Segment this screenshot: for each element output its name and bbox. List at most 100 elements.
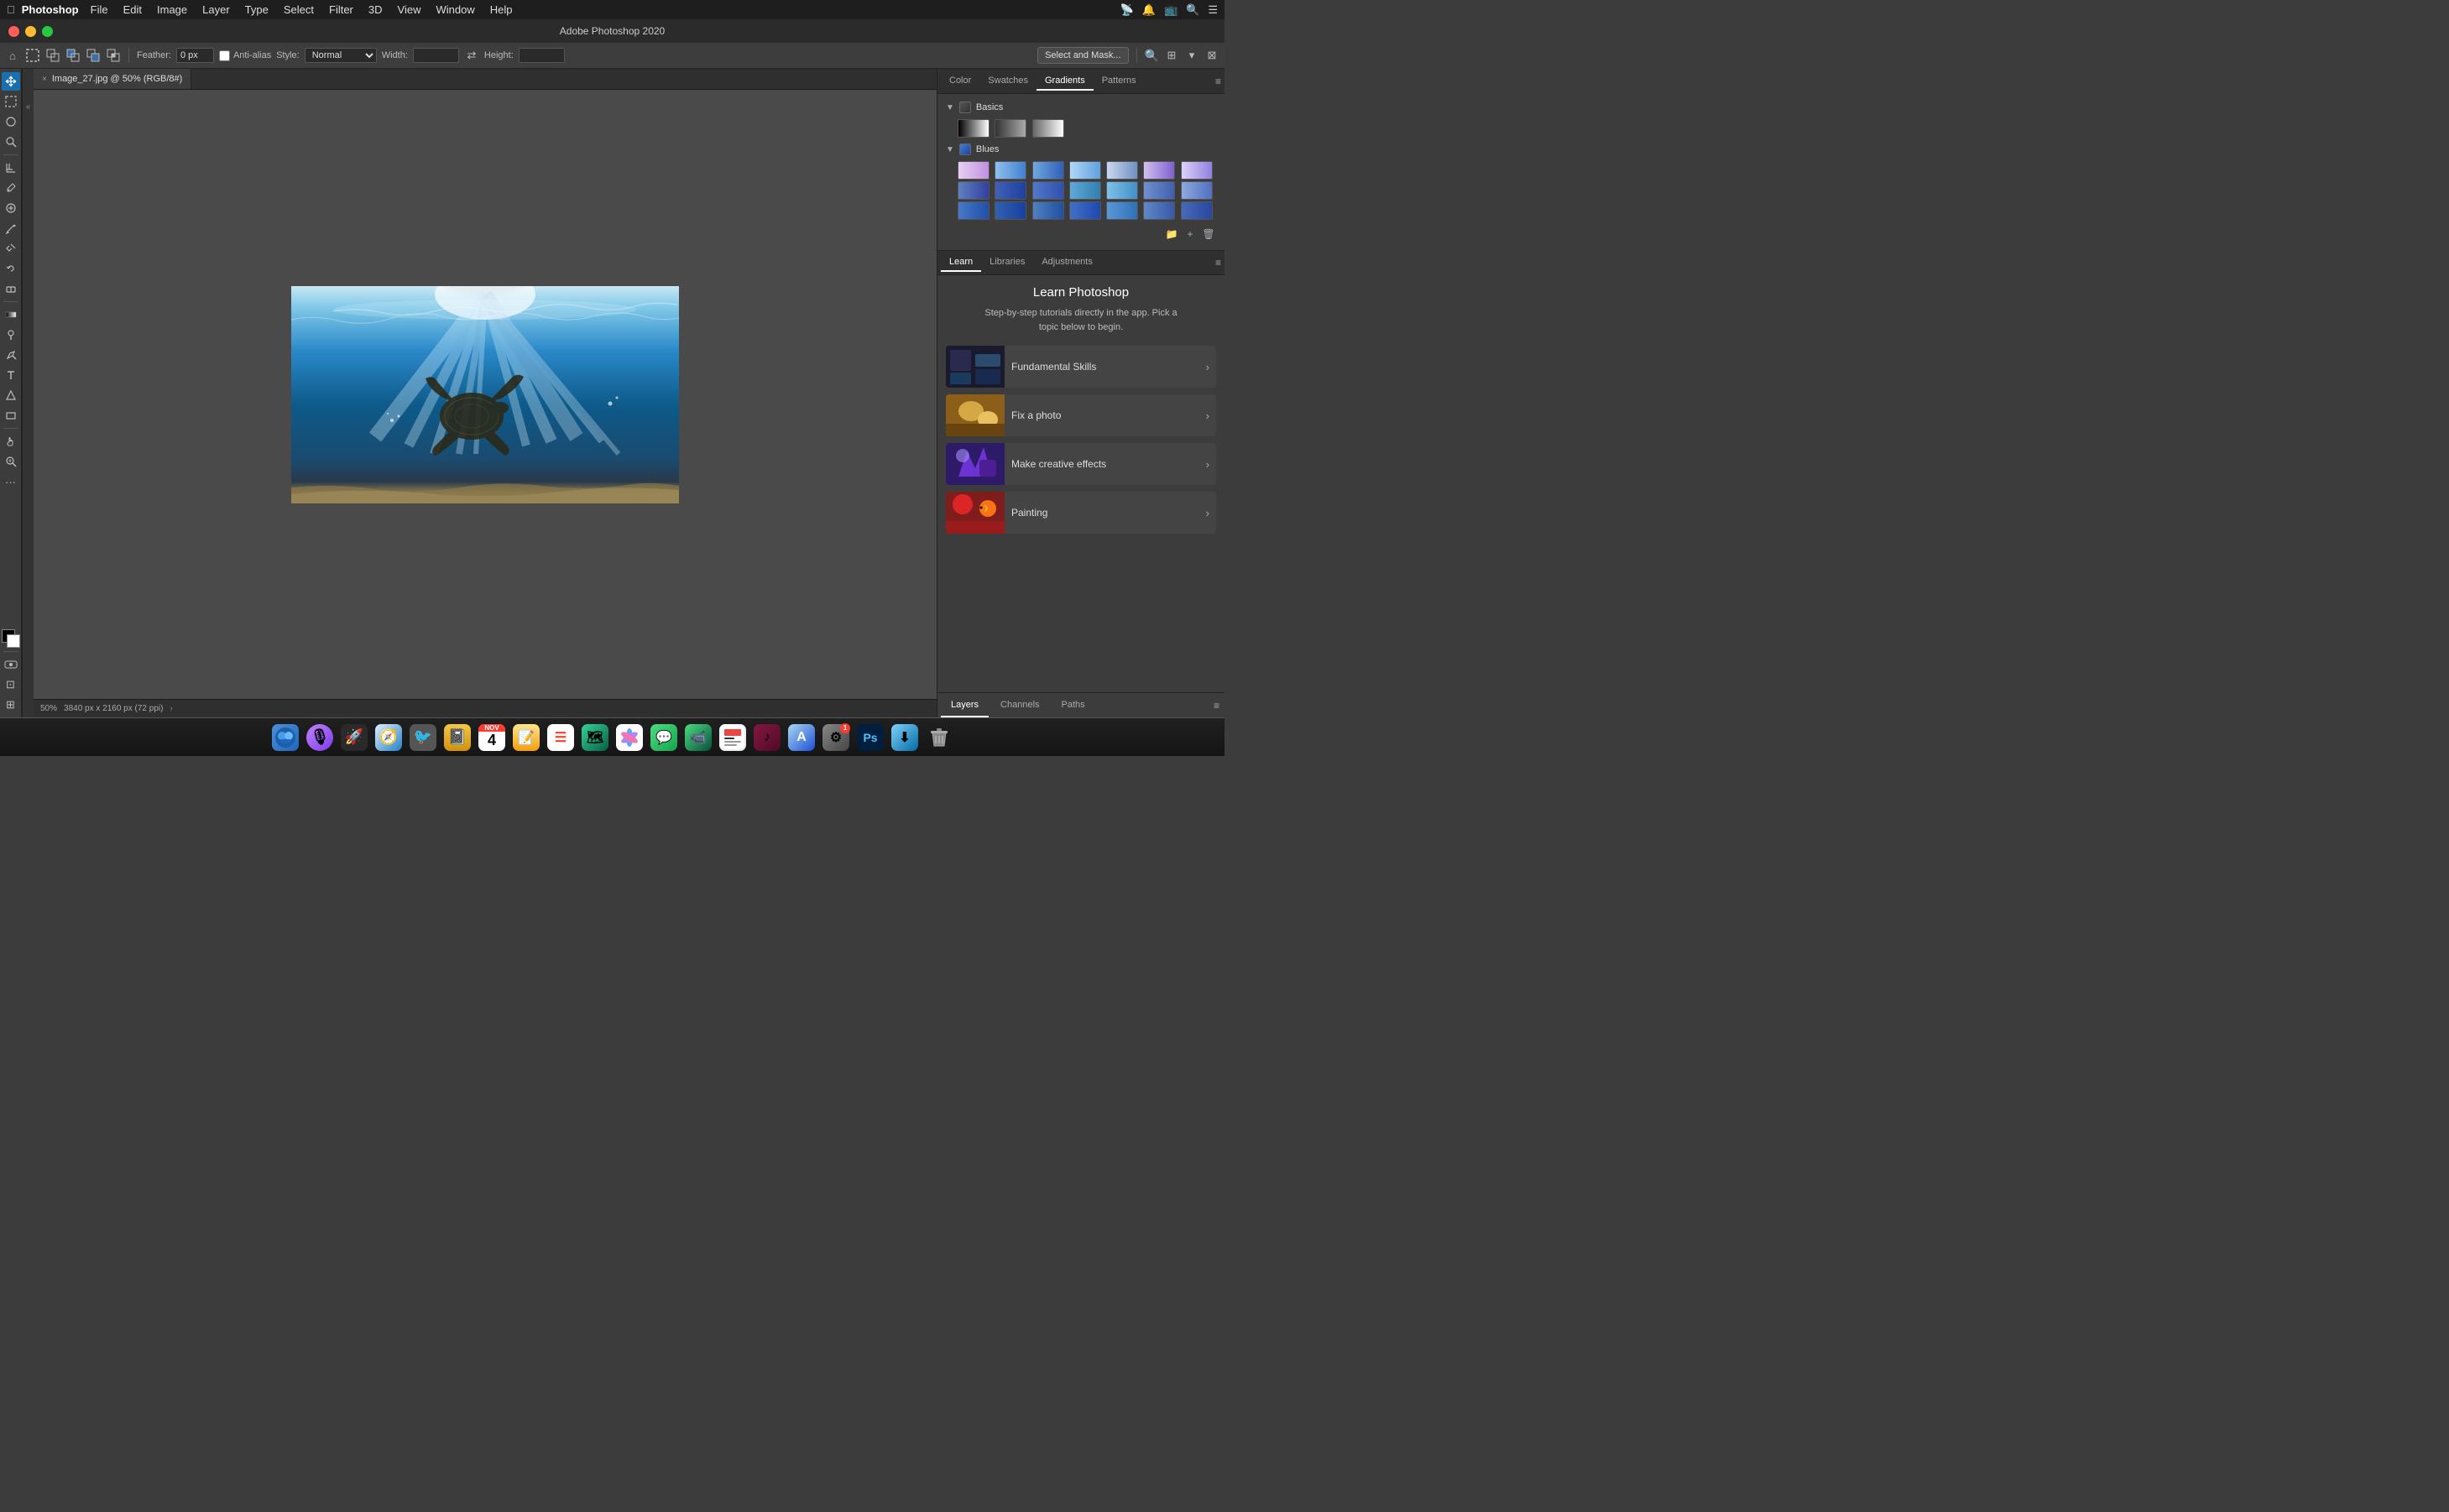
dock-siri[interactable]: 🎙: [304, 722, 336, 753]
status-arrow-icon[interactable]: ›: [170, 704, 172, 713]
gradient-new-folder-icon[interactable]: 📁: [1164, 227, 1179, 242]
gradient-swatch-b19[interactable]: [1106, 201, 1138, 220]
screen-share-icon[interactable]: 📡: [1120, 3, 1134, 17]
lasso-tool[interactable]: [2, 112, 20, 131]
crop-tool[interactable]: [2, 159, 20, 177]
dock-launchpad[interactable]: 🚀: [338, 722, 370, 753]
shape-tool[interactable]: [2, 406, 20, 425]
swap-dimensions-icon[interactable]: ⇄: [464, 48, 479, 63]
intersect-selection-icon[interactable]: [106, 48, 121, 63]
rectangular-marquee-tool[interactable]: [2, 92, 20, 111]
dock-music[interactable]: ♪: [751, 722, 783, 753]
dock-photoshop[interactable]: Ps: [854, 722, 886, 753]
clone-stamp-tool[interactable]: [2, 239, 20, 258]
document-tab[interactable]: × Image_27.jpg @ 50% (RGB/8#): [34, 69, 191, 89]
menu-type[interactable]: Type: [238, 2, 275, 18]
gradient-swatch-b2[interactable]: [995, 161, 1026, 180]
gradient-swatch-b10[interactable]: [1032, 181, 1064, 200]
document-tab-close[interactable]: ×: [42, 75, 47, 84]
healing-brush-tool[interactable]: [2, 199, 20, 217]
dock-notes[interactable]: 📝: [510, 722, 542, 753]
dock-news[interactable]: [717, 722, 749, 753]
gradient-delete-icon[interactable]: 🗑: [1201, 227, 1216, 242]
notification-icon[interactable]: 🔔: [1142, 3, 1156, 17]
minimize-button[interactable]: [25, 26, 36, 37]
tutorial-creative-effects[interactable]: Make creative effects ›: [946, 443, 1216, 485]
dock-systemprefs[interactable]: ⚙ 1: [820, 722, 852, 753]
home-icon[interactable]: ⌂: [5, 48, 20, 63]
menu-3d[interactable]: 3D: [362, 2, 389, 18]
gradient-swatch-b18[interactable]: [1069, 201, 1101, 220]
move-tool[interactable]: [2, 72, 20, 91]
foreground-background-colors[interactable]: [2, 629, 20, 648]
menu-edit[interactable]: Edit: [117, 2, 149, 18]
tab-color[interactable]: Color: [941, 72, 979, 91]
pen-tool[interactable]: [2, 346, 20, 364]
dodge-tool[interactable]: [2, 326, 20, 344]
path-selection-tool[interactable]: [2, 386, 20, 404]
search-icon[interactable]: 🔍: [1145, 49, 1159, 63]
more-tools-icon[interactable]: ···: [2, 472, 20, 491]
gradient-swatch-bw2[interactable]: [995, 119, 1026, 138]
dock-safari[interactable]: 🧭: [373, 722, 405, 753]
canvas-container[interactable]: [34, 90, 937, 699]
apple-icon[interactable]: : [7, 3, 15, 16]
background-color[interactable]: [7, 634, 20, 648]
tab-paths[interactable]: Paths: [1052, 693, 1095, 717]
gradient-swatch-b15[interactable]: [958, 201, 990, 220]
workspace-icon[interactable]: ⊞: [1164, 48, 1179, 63]
dock-trash[interactable]: [923, 722, 955, 753]
tab-swatches[interactable]: Swatches: [979, 72, 1037, 91]
dock-calendar[interactable]: NOV 4: [476, 722, 508, 753]
menu-view[interactable]: View: [391, 2, 428, 18]
tab-learn[interactable]: Learn: [941, 253, 981, 272]
gradient-group-blues-header[interactable]: ▼ Blues: [943, 141, 1219, 158]
gradient-swatch-b8[interactable]: [958, 181, 990, 200]
gradient-swatch-b6[interactable]: [1143, 161, 1175, 180]
add-selection-icon[interactable]: [65, 48, 81, 63]
tab-channels[interactable]: Channels: [990, 693, 1049, 717]
fullscreen-button[interactable]: [42, 26, 53, 37]
width-input[interactable]: [413, 48, 459, 63]
learn-panel-gear-icon[interactable]: ≡: [1215, 257, 1221, 269]
menu-image[interactable]: Image: [150, 2, 194, 18]
anti-alias-checkbox[interactable]: [219, 50, 230, 61]
gradient-swatch-b9[interactable]: [995, 181, 1026, 200]
subtract-selection-icon[interactable]: [86, 48, 101, 63]
dock-twitter[interactable]: 🐦: [407, 722, 439, 753]
dock-finder[interactable]: [269, 722, 301, 753]
brush-tool[interactable]: [2, 219, 20, 237]
gradient-new-icon[interactable]: +: [1183, 227, 1198, 242]
dock-messages[interactable]: 💬: [648, 722, 680, 753]
menu-help[interactable]: Help: [483, 2, 520, 18]
menu-list-icon[interactable]: ☰: [1208, 3, 1218, 17]
dock-facetime[interactable]: 📹: [682, 722, 714, 753]
panel-collapse-button[interactable]: «: [22, 69, 34, 717]
gradient-panel-gear-icon[interactable]: ≡: [1215, 76, 1221, 87]
menu-window[interactable]: Window: [429, 2, 481, 18]
gradient-tool[interactable]: [2, 305, 20, 324]
expand-icon[interactable]: ⊠: [1204, 48, 1219, 63]
tab-adjustments[interactable]: Adjustments: [1033, 253, 1101, 272]
gradient-swatch-b3[interactable]: [1032, 161, 1064, 180]
dock-notebooks[interactable]: 📓: [441, 722, 473, 753]
airplay-icon[interactable]: 📺: [1164, 3, 1178, 17]
tutorial-fundamental-skills[interactable]: Fundamental Skills ›: [946, 346, 1216, 388]
tab-gradients[interactable]: Gradients: [1037, 72, 1094, 91]
hand-tool[interactable]: [2, 432, 20, 451]
menu-layer[interactable]: Layer: [196, 2, 237, 18]
new-selection-icon[interactable]: [45, 48, 60, 63]
style-select[interactable]: Normal Fixed Ratio Fixed Size: [305, 48, 377, 63]
dock-downloads[interactable]: ⬇: [889, 722, 921, 753]
app-name[interactable]: Photoshop: [22, 3, 79, 16]
gradient-swatch-b14[interactable]: [1181, 181, 1213, 200]
workspace-menu-icon[interactable]: ▾: [1184, 48, 1199, 63]
close-button[interactable]: [8, 26, 19, 37]
tab-libraries[interactable]: Libraries: [981, 253, 1033, 272]
marquee-options-icon[interactable]: [25, 48, 40, 63]
artboard-icon[interactable]: ⊞: [2, 696, 20, 714]
gradient-swatch-bw1[interactable]: [958, 119, 990, 138]
menu-filter[interactable]: Filter: [322, 2, 360, 18]
eraser-tool[interactable]: [2, 279, 20, 298]
gradient-swatch-b21[interactable]: [1181, 201, 1213, 220]
